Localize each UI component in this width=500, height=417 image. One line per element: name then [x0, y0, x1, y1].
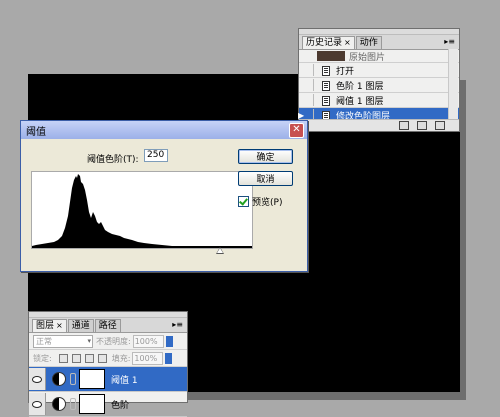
opacity-arrow-icon[interactable]: [165, 335, 173, 347]
document-icon: [321, 95, 331, 106]
history-source-checkbox[interactable]: [302, 79, 314, 91]
layer-mask-thumbnail[interactable]: [79, 394, 105, 414]
adjustment-layer-icon: [52, 397, 66, 411]
tab-actions[interactable]: 动作: [355, 36, 382, 49]
layer-row[interactable]: 色阶: [29, 392, 187, 417]
dialog-title: 阈值: [26, 126, 46, 138]
document-icon: [321, 65, 331, 76]
visibility-eye-icon[interactable]: [29, 368, 46, 390]
tab-layers-label: 图层: [36, 321, 55, 331]
blend-row: 正常 不透明度: 100%: [29, 333, 187, 350]
layer-mask-thumbnail[interactable]: [79, 369, 105, 389]
panel-menu-icon[interactable]: ▸≡: [172, 320, 183, 329]
fill-input[interactable]: 100%: [132, 351, 164, 365]
tab-channels-label: 通道: [71, 321, 90, 331]
lock-row: 锁定: 填充: 100%: [29, 350, 187, 367]
history-panel: 历史记录 × 动作 ▸≡ 原始图片 打开 色阶 1 图层 阈值 1 图层 ▶ 修改…: [298, 28, 460, 132]
lock-label: 锁定:: [33, 353, 52, 363]
history-item-label: 色阶 1 图层: [336, 81, 384, 92]
history-item-label: 打开: [336, 66, 355, 77]
threshold-level-input[interactable]: [144, 149, 168, 162]
layer-name: 色阶: [111, 400, 130, 411]
preview-label: 预览(P): [252, 198, 283, 208]
fill-label: 填充:: [111, 353, 131, 363]
histogram: [31, 171, 253, 249]
opacity-label: 不透明度:: [96, 336, 131, 346]
tab-history-label: 历史记录: [306, 38, 343, 48]
opacity-input[interactable]: 100%: [132, 334, 164, 348]
history-tabs: 历史记录 × 动作 ▸≡: [299, 35, 459, 50]
checkbox-checked-icon[interactable]: [238, 196, 249, 207]
close-icon[interactable]: ✕: [289, 123, 304, 138]
history-item[interactable]: 打开: [299, 63, 459, 78]
link-chain-icon[interactable]: [70, 373, 76, 385]
history-item[interactable]: 色阶 1 图层: [299, 78, 459, 93]
dialog-titlebar[interactable]: 阈值 ✕: [21, 121, 307, 139]
lock-icons: [58, 353, 107, 363]
history-item-label: 阈值 1 图层: [336, 96, 384, 107]
preview-checkbox[interactable]: 预览(P): [238, 195, 282, 208]
panel-menu-icon[interactable]: ▸≡: [444, 37, 455, 46]
lock-all-icon[interactable]: [97, 353, 107, 363]
tab-paths[interactable]: 路径: [94, 319, 121, 332]
history-scrollbar[interactable]: [448, 49, 458, 119]
history-footer: [299, 119, 459, 131]
threshold-dialog: 阈值 ✕ 阈值色阶(T): 确定 取消 预览(P): [20, 120, 308, 272]
layers-panel: 图层× 通道 路径 ▸≡ 正常 不透明度: 100% 锁定: 填充: 100% …: [28, 311, 188, 417]
tab-layers[interactable]: 图层 ×: [32, 319, 67, 332]
new-document-icon[interactable]: [399, 121, 409, 130]
history-item[interactable]: 阈值 1 图层: [299, 93, 459, 108]
close-icon[interactable]: ×: [344, 38, 351, 47]
history-snapshot[interactable]: 原始图片: [299, 50, 459, 63]
layers-tabs: 图层 × 通道 路径 ▸≡: [29, 318, 187, 333]
lock-brush-icon[interactable]: [71, 353, 81, 363]
tab-paths-label: 路径: [98, 321, 117, 331]
snapshot-thumbnail: [317, 51, 345, 61]
blend-mode-select[interactable]: 正常: [33, 334, 93, 348]
layer-row-selected[interactable]: 阈值 1: [29, 367, 187, 392]
histogram-shape: [32, 174, 252, 248]
camera-icon[interactable]: [417, 121, 427, 130]
adjustment-layer-icon: [52, 372, 66, 386]
trash-icon[interactable]: [435, 121, 445, 130]
tab-history[interactable]: 历史记录 ×: [302, 36, 355, 49]
lock-move-icon[interactable]: [84, 353, 94, 363]
tab-channels[interactable]: 通道: [67, 319, 94, 332]
threshold-level-label: 阈值色阶(T):: [87, 155, 139, 165]
tab-actions-label: 动作: [359, 38, 378, 48]
fill-arrow-icon[interactable]: [165, 352, 173, 364]
histogram-graph: [32, 174, 252, 248]
layer-name: 阈值 1: [111, 375, 138, 386]
close-icon[interactable]: ×: [56, 321, 63, 330]
history-source-checkbox[interactable]: [302, 64, 314, 76]
lock-transparency-icon[interactable]: [58, 353, 68, 363]
snapshot-label: 原始图片: [349, 52, 386, 63]
cancel-button[interactable]: 取消: [238, 171, 293, 186]
threshold-slider-fill: [217, 248, 223, 253]
document-icon: [321, 80, 331, 91]
history-source-checkbox[interactable]: [302, 94, 314, 106]
visibility-eye-icon[interactable]: [29, 393, 46, 415]
ok-button[interactable]: 确定: [238, 149, 293, 164]
